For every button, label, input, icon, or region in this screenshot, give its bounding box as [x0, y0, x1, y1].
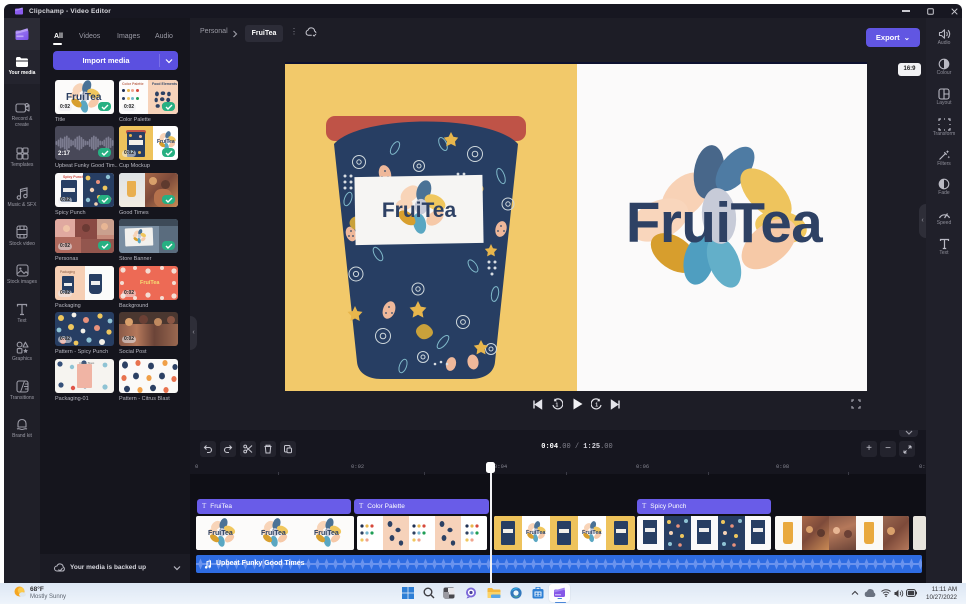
- svg-text:FruiTea: FruiTea: [382, 199, 457, 222]
- svg-text:1: 1: [556, 403, 559, 409]
- svg-text:1: 1: [595, 403, 598, 409]
